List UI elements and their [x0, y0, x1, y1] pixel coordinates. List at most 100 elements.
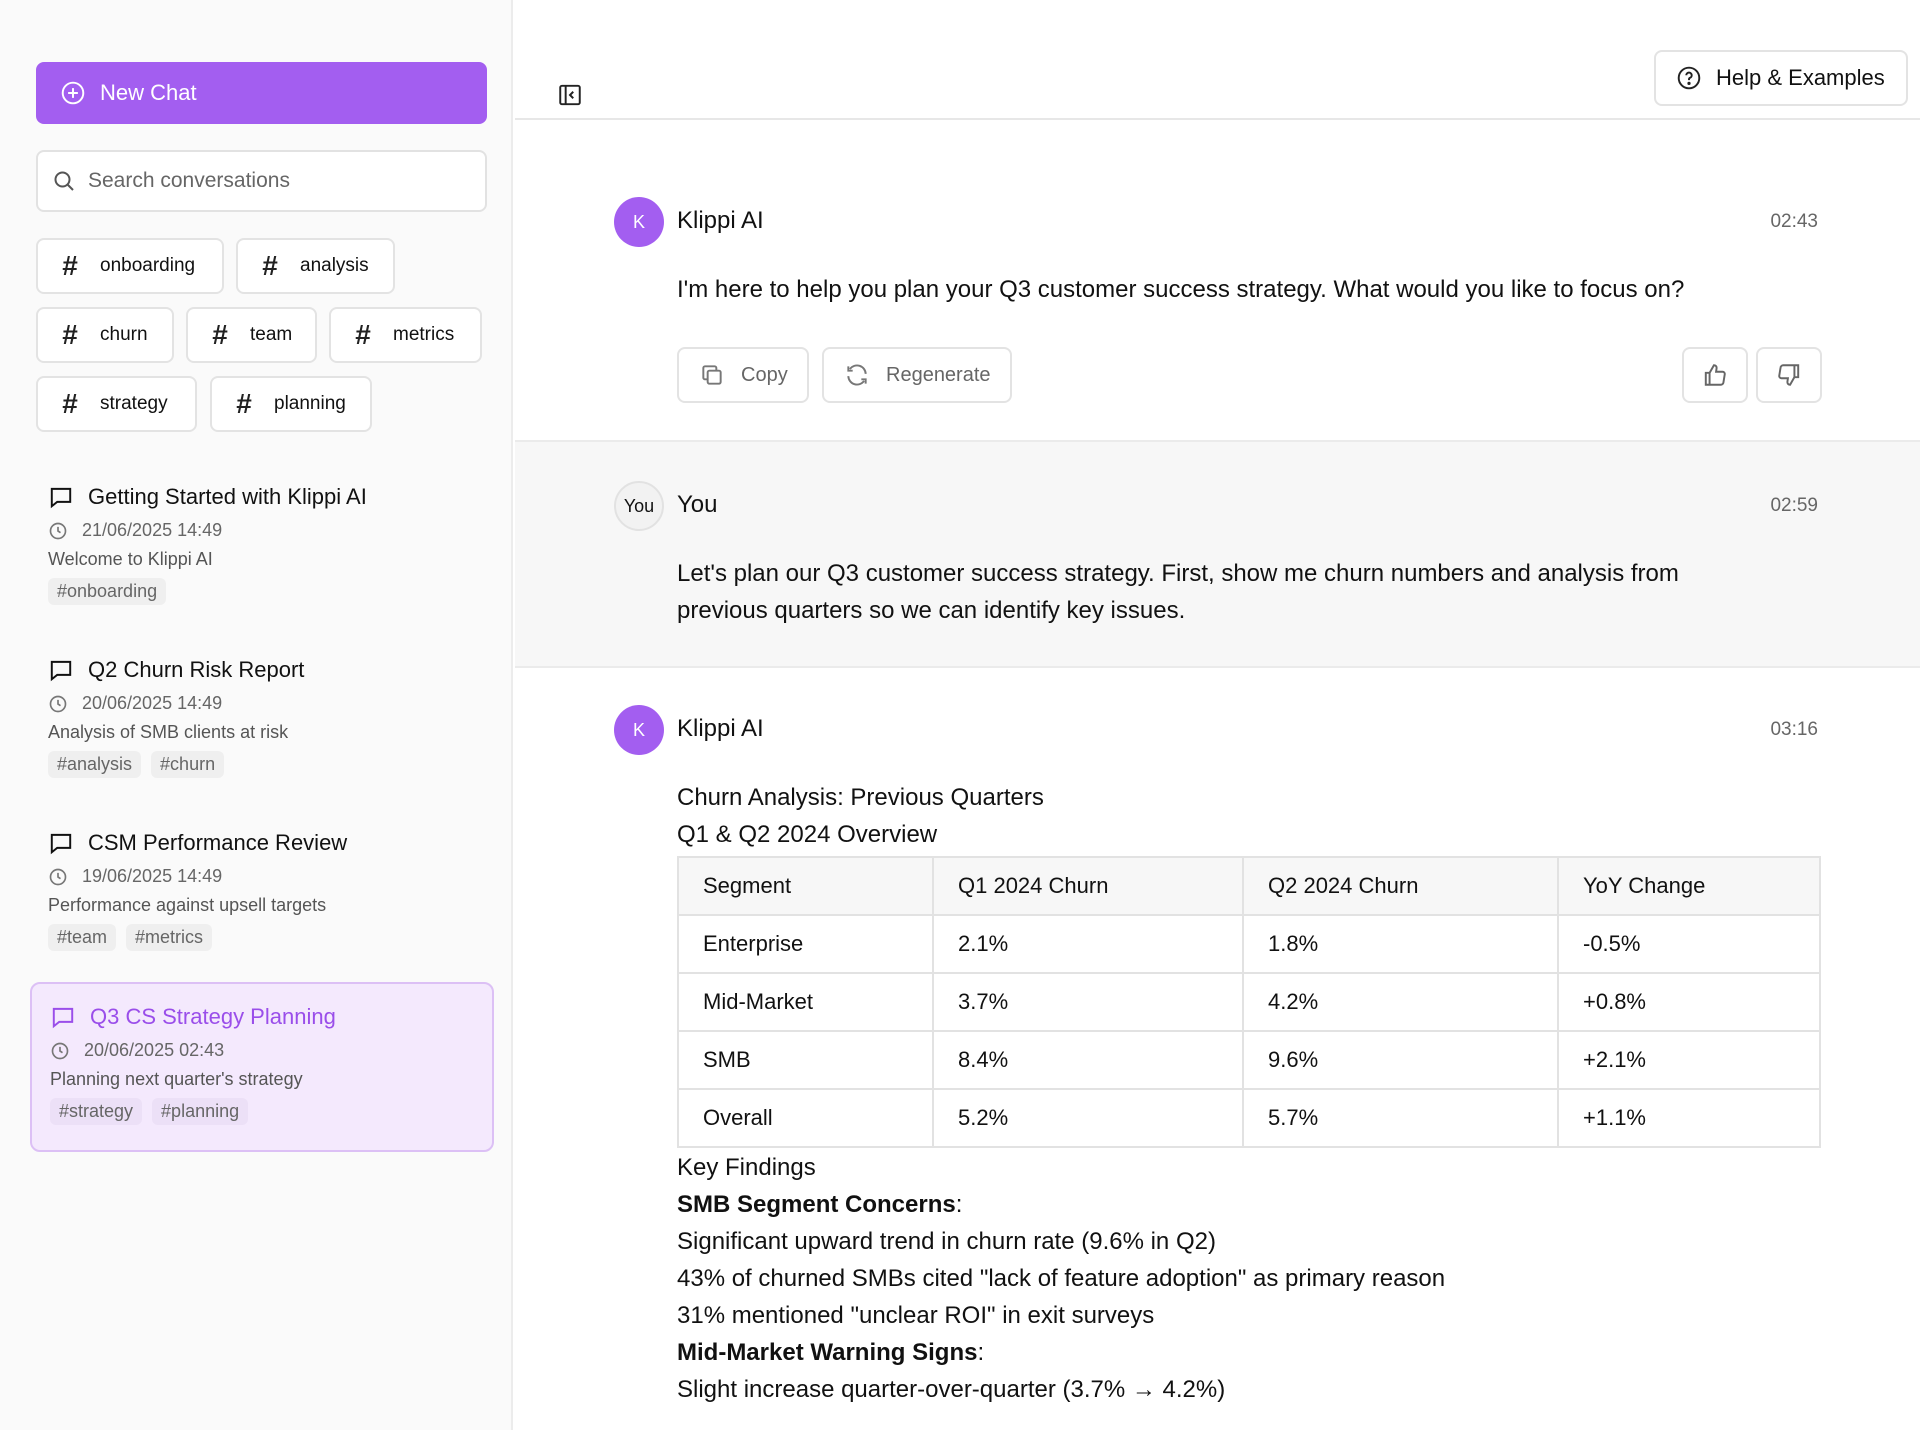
- conversation-date-row: 21/06/2025 14:49: [30, 520, 494, 541]
- search-icon: [54, 171, 74, 191]
- conversation-tag[interactable]: #onboarding: [48, 578, 167, 605]
- conversation-item[interactable]: Q2 Churn Risk Report 20/06/2025 14:49 An…: [30, 657, 494, 778]
- tag-chip-label: planning: [274, 393, 346, 414]
- tag-chip-label: team: [250, 324, 293, 345]
- mid-market-heading: Mid-Market Warning Signs:: [677, 1339, 985, 1366]
- analysis-subheading: Q1 & Q2 2024 Overview: [677, 821, 938, 848]
- table-header: YoY Change: [1557, 856, 1821, 916]
- table-header: Q1 2024 Churn: [932, 856, 1244, 916]
- conversation-tag[interactable]: #churn: [151, 751, 225, 778]
- conversation-tag[interactable]: #strategy: [50, 1098, 143, 1125]
- tag-chip-strategy[interactable]: # strategy: [36, 376, 197, 432]
- mid-market-title: Mid-Market Warning Signs: [677, 1339, 978, 1366]
- hash-icon: #: [62, 319, 78, 350]
- finding-point: 43% of churned SMBs cited "lack of featu…: [677, 1265, 1446, 1292]
- regenerate-label: Regenerate: [886, 363, 991, 386]
- message-text-line: Let's plan our Q3 customer success strat…: [677, 560, 1679, 587]
- sender-name: Klippi AI: [677, 207, 764, 234]
- sidebar: New Chat # onboarding # analysis # churn…: [0, 0, 513, 1430]
- conversation-date: 19/06/2025 14:49: [82, 866, 223, 886]
- table-header: Segment: [677, 856, 934, 916]
- new-chat-label: New Chat: [100, 80, 197, 105]
- conversation-title-row: CSM Performance Review: [30, 830, 494, 856]
- hash-icon: #: [62, 388, 78, 419]
- tag-chip-churn[interactable]: # churn: [36, 307, 174, 363]
- table-cell: 4.2%: [1242, 972, 1559, 1032]
- table-cell: SMB: [677, 1030, 934, 1090]
- message-time: 03:16: [1770, 719, 1818, 740]
- table-cell: 2.1%: [932, 914, 1244, 974]
- search-box[interactable]: [36, 150, 487, 212]
- table-header-row: Segment Q1 2024 Churn Q2 2024 Churn YoY …: [677, 856, 1821, 916]
- table-cell: +0.8%: [1557, 972, 1821, 1032]
- conversation-title-row: Getting Started with Klippi AI: [30, 484, 494, 510]
- conversation-tags: #onboarding: [30, 578, 494, 605]
- tag-chip-label: churn: [100, 324, 148, 345]
- copy-label: Copy: [741, 363, 788, 386]
- conversation-item[interactable]: Getting Started with Klippi AI 21/06/202…: [30, 484, 494, 605]
- conversation-date: 20/06/2025 14:49: [82, 693, 223, 713]
- tag-chip-planning[interactable]: # planning: [210, 376, 372, 432]
- table-row: Enterprise 2.1% 1.8% -0.5%: [677, 914, 1821, 974]
- tag-chip-label: strategy: [100, 393, 168, 414]
- clock-icon: [49, 522, 67, 539]
- conversation-title-row: Q3 CS Strategy Planning: [32, 1004, 492, 1030]
- copy-icon: [702, 365, 722, 385]
- conversation-tag[interactable]: #planning: [152, 1098, 249, 1125]
- regenerate-button[interactable]: Regenerate: [822, 347, 1012, 403]
- conversation-tags: #analysis #churn: [30, 751, 494, 778]
- tag-chip-analysis[interactable]: # analysis: [236, 238, 395, 294]
- finding-point: 31% mentioned "unclear ROI" in exit surv…: [677, 1302, 1155, 1329]
- hash-icon: #: [236, 388, 252, 419]
- table-cell: 5.2%: [932, 1088, 1244, 1148]
- new-chat-button[interactable]: New Chat: [36, 62, 487, 124]
- sender-name: Klippi AI: [677, 715, 764, 742]
- avatar: K: [614, 705, 664, 755]
- help-examples-button[interactable]: Help & Examples: [1654, 50, 1908, 106]
- chat-area: K Klippi AI 02:43 I'm here to help you p…: [515, 122, 1920, 1430]
- conversation-item[interactable]: CSM Performance Review 19/06/2025 14:49 …: [30, 830, 494, 951]
- table-cell: +2.1%: [1557, 1030, 1821, 1090]
- key-findings: Key Findings SMB Segment Concerns: Signi…: [677, 1149, 1445, 1408]
- sidebar-toggle-icon[interactable]: [557, 82, 583, 108]
- conversation-title: Getting Started with Klippi AI: [88, 484, 367, 509]
- table-cell: 3.7%: [932, 972, 1244, 1032]
- clock-icon: [51, 1042, 69, 1059]
- smb-concerns-heading: SMB Segment Concerns:: [677, 1191, 963, 1218]
- conversation-item-active[interactable]: Q3 CS Strategy Planning 20/06/2025 02:43…: [30, 982, 494, 1152]
- copy-button[interactable]: Copy: [677, 347, 809, 403]
- avatar: K: [614, 197, 664, 247]
- conversation-description: Analysis of SMB clients at risk: [48, 722, 289, 742]
- conversation-tags: #team #metrics: [30, 924, 494, 951]
- conversation-date: 21/06/2025 14:49: [82, 520, 223, 540]
- conversation-description: Performance against upsell targets: [48, 895, 327, 915]
- message-heading: Churn Analysis: Previous Quarters Q1 & Q…: [677, 779, 1827, 853]
- conversation-title: Q3 CS Strategy Planning: [90, 1004, 336, 1029]
- refresh-icon: [847, 364, 867, 386]
- tag-chip-metrics[interactable]: # metrics: [329, 307, 482, 363]
- conversation-tag[interactable]: #metrics: [126, 924, 213, 951]
- conversation-tag[interactable]: #analysis: [48, 751, 142, 778]
- tag-chip-onboarding[interactable]: # onboarding: [36, 238, 224, 294]
- table-cell: +1.1%: [1557, 1088, 1821, 1148]
- findings-title: Key Findings: [677, 1154, 816, 1181]
- hash-icon: #: [212, 319, 228, 350]
- avatar: You: [614, 481, 664, 531]
- analysis-heading: Churn Analysis: Previous Quarters: [677, 784, 1044, 811]
- table-row: SMB 8.4% 9.6% +2.1%: [677, 1030, 1821, 1090]
- conversation-tag[interactable]: #team: [48, 924, 117, 951]
- app: New Chat # onboarding # analysis # churn…: [0, 0, 1920, 1430]
- thumbs-up-button[interactable]: [1682, 347, 1748, 403]
- thumbs-down-button[interactable]: [1756, 347, 1822, 403]
- conversation-title-row: Q2 Churn Risk Report: [30, 657, 494, 683]
- search-input[interactable]: [88, 169, 468, 193]
- conversation-date: 20/06/2025 02:43: [84, 1040, 225, 1060]
- conversation-tags: #strategy #planning: [32, 1098, 492, 1125]
- tag-chip-team[interactable]: # team: [186, 307, 317, 363]
- message-time: 02:43: [1770, 211, 1818, 232]
- table-header: Q2 2024 Churn: [1242, 856, 1559, 916]
- smb-concerns-title: SMB Segment Concerns: [677, 1191, 956, 1218]
- table-row: Overall 5.2% 5.7% +1.1%: [677, 1088, 1821, 1148]
- conversation-date-row: 19/06/2025 14:49: [30, 866, 494, 887]
- message-text: Let's plan our Q3 customer success strat…: [677, 555, 1827, 629]
